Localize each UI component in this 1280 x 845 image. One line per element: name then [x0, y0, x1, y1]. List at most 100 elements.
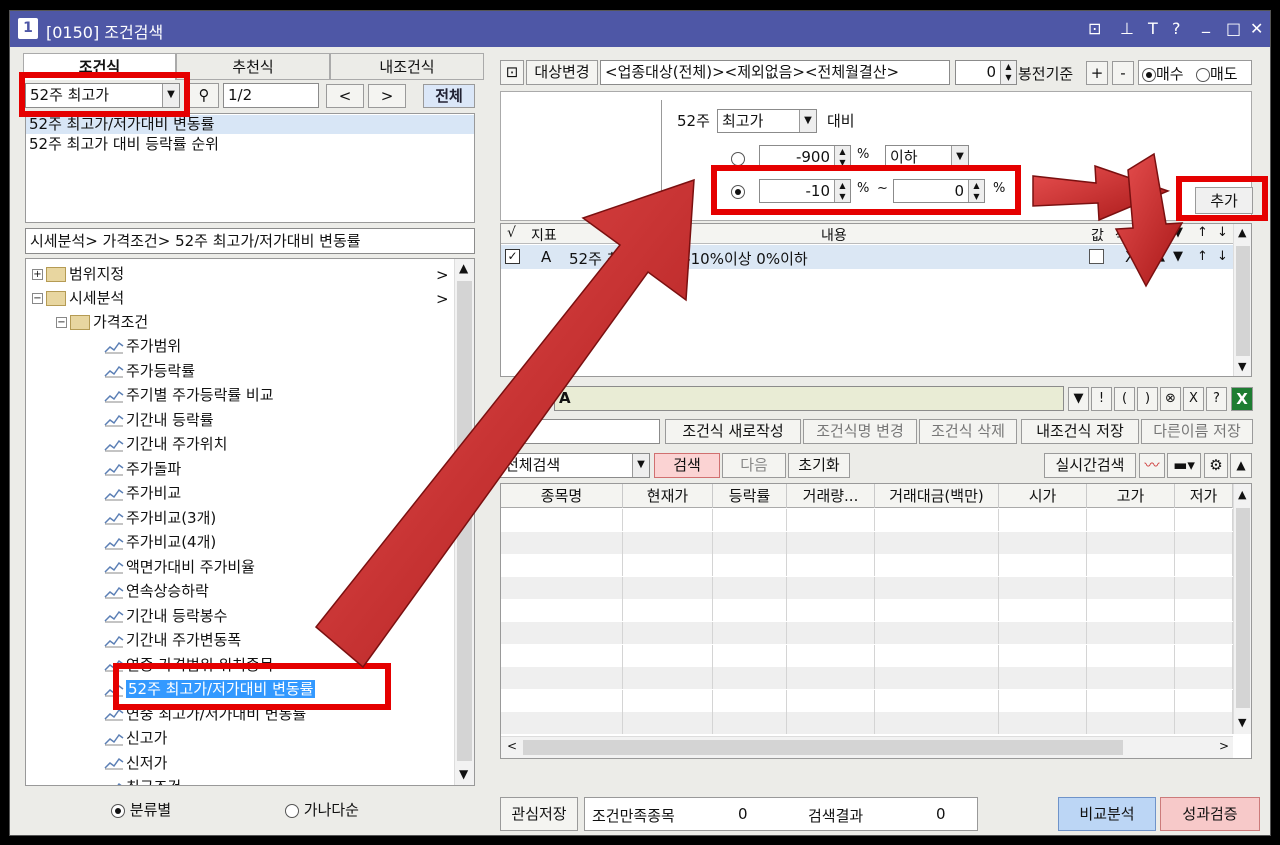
radio-icon[interactable]	[285, 803, 299, 818]
expand-icon[interactable]: +	[32, 269, 43, 280]
compare-analysis-button[interactable]: 비교분석	[1058, 797, 1156, 831]
excel-icon[interactable]: X	[1231, 387, 1253, 411]
scroll-left-icon[interactable]: <	[507, 739, 517, 753]
next-page-button[interactable]: >	[368, 84, 406, 108]
grid-row[interactable]	[501, 599, 1233, 622]
grid-col-header[interactable]: 거래량...	[787, 484, 875, 508]
row-delete-icon[interactable]: X	[1125, 248, 1135, 266]
scroll-right-icon[interactable]: >	[1219, 739, 1229, 753]
formula-op-button[interactable]: (	[1114, 387, 1135, 411]
radio-icon[interactable]	[1196, 67, 1210, 82]
tree-node-range[interactable]: + 범위지정	[32, 262, 124, 286]
formula-op-button[interactable]: )	[1137, 387, 1158, 411]
pin-icon[interactable]: ⊥	[1120, 19, 1134, 38]
collapse-up-icon[interactable]: ▲	[1230, 453, 1252, 478]
row-bottom-icon[interactable]: ↓	[1217, 249, 1228, 264]
tree-leaf-item[interactable]: 최근조건	[104, 775, 181, 785]
formula-op-button[interactable]: ⊗	[1160, 387, 1181, 411]
search-button[interactable]: 검색	[654, 453, 720, 478]
row-up-icon[interactable]: ▲	[1155, 249, 1165, 264]
tree-leaf-item[interactable]: 신저가	[104, 751, 167, 775]
tree-leaf-item[interactable]: 연속상승하락	[104, 579, 209, 603]
tree-leaf-item[interactable]: 기간내 등락봉수	[104, 604, 227, 628]
grid-col-header[interactable]: 고가	[1087, 484, 1175, 508]
minus-button[interactable]: -	[1112, 61, 1134, 85]
change-target-button[interactable]: 대상변경	[526, 60, 598, 85]
grid-col-header[interactable]: 등락률	[713, 484, 787, 508]
tree-leaf-item[interactable]: 주가비교(4개)	[104, 530, 216, 554]
formula-op-button[interactable]: ▼	[1068, 387, 1089, 411]
radio-selected-icon[interactable]	[1142, 67, 1156, 82]
scroll-thumb[interactable]	[1236, 246, 1250, 356]
tree-leaf-item[interactable]: 기간내 주가변동폭	[104, 628, 241, 652]
restore-icon[interactable]: ⊡	[1088, 19, 1101, 38]
grid-row[interactable]	[501, 576, 1233, 599]
scroll-up-icon[interactable]: ▲	[1238, 488, 1246, 501]
grid-col-header[interactable]: 시가	[999, 484, 1087, 508]
gear-icon[interactable]: ⚙	[1204, 453, 1228, 478]
tree-leaf-item[interactable]: 신고가	[104, 726, 167, 750]
row-checkbox[interactable]: ✓	[505, 249, 520, 264]
list-item[interactable]: 52주 최고가/저가대비 변동률	[26, 115, 474, 134]
radio-alphabetical[interactable]: 가나다순	[285, 799, 359, 820]
chart-icon[interactable]: 〰	[1139, 453, 1165, 478]
bong-offset-field[interactable]: 0 ▲ ▼	[955, 60, 1017, 85]
tree-leaf-item[interactable]: 기간내 주가위치	[104, 432, 227, 456]
grid-col-header[interactable]: 현재가	[623, 484, 713, 508]
search-scope-select[interactable]: 전체검색 ▼	[500, 453, 650, 478]
grid-row[interactable]	[501, 554, 1233, 577]
prev-page-button[interactable]: <	[326, 84, 364, 108]
close-icon[interactable]: ✕	[1250, 19, 1263, 38]
formula-op-button[interactable]: X	[1183, 387, 1204, 411]
help-icon[interactable]: ?	[1172, 19, 1181, 38]
chevron-down-icon[interactable]: ▼	[632, 454, 649, 477]
condition-name-field[interactable]	[500, 419, 660, 444]
tree-leaf-item[interactable]: 주가등락률	[104, 359, 195, 383]
row-value-checkbox[interactable]	[1089, 249, 1104, 264]
grid-row[interactable]	[501, 644, 1233, 667]
tree-leaf-item[interactable]: 주가범위	[104, 334, 181, 358]
radio-by-category[interactable]: 분류별	[111, 799, 171, 820]
scroll-up-icon[interactable]: ▲	[459, 261, 468, 275]
radio-selected-icon[interactable]	[111, 803, 125, 818]
scroll-down-icon[interactable]: ▼	[1238, 716, 1246, 729]
target-icon[interactable]: ⊡	[500, 60, 524, 85]
row-down-icon[interactable]: ▼	[1173, 249, 1183, 264]
reset-button[interactable]: 초기화	[788, 453, 850, 478]
grid-row[interactable]	[501, 689, 1233, 712]
radio-icon[interactable]	[731, 151, 745, 166]
menu-icon[interactable]: ▬▾	[1167, 453, 1201, 478]
save-as-button[interactable]: 다른이름 저장	[1141, 419, 1253, 444]
text-icon[interactable]: T	[1148, 19, 1158, 38]
scroll-down-icon[interactable]: ▼	[459, 767, 468, 781]
save-my-condition-button[interactable]: 내조건식 저장	[1021, 419, 1139, 444]
radio-buy[interactable]: 매수	[1142, 63, 1184, 84]
collapse-icon[interactable]: −	[56, 317, 67, 328]
chevron-down-icon[interactable]: ▼	[799, 110, 816, 132]
scroll-thumb[interactable]	[457, 281, 472, 761]
grid-hscroll[interactable]: < >	[501, 736, 1233, 758]
table-scrollbar[interactable]: ▲ ▼	[1233, 224, 1251, 376]
scroll-down-icon[interactable]: ▼	[1238, 360, 1246, 373]
radio-sell[interactable]: 매도	[1196, 63, 1238, 84]
formula-op-button[interactable]: ?	[1206, 387, 1227, 411]
tab-my-conditions[interactable]: 내조건식	[330, 53, 484, 80]
new-condition-button[interactable]: 조건식 새로작성	[665, 419, 801, 444]
watchlist-save-button[interactable]: 관심저장	[500, 797, 578, 831]
formula-input[interactable]: A	[554, 386, 1064, 411]
search-icon[interactable]: ⚲	[189, 83, 219, 108]
list-item[interactable]: 52주 최고가 대비 등락률 순위	[29, 135, 219, 154]
tree-scrollbar[interactable]: ▲ ▼	[454, 259, 474, 785]
minimize-icon[interactable]: _	[1202, 14, 1210, 33]
grid-row[interactable]	[501, 712, 1233, 735]
grid-vscroll[interactable]: ▲ ▼	[1233, 484, 1251, 734]
formula-op-button[interactable]: !	[1091, 387, 1112, 411]
next-button[interactable]: 다음	[722, 453, 786, 478]
tree-leaf-item[interactable]: 주가비교(3개)	[104, 506, 216, 530]
collapse-icon[interactable]: −	[32, 293, 43, 304]
tree-leaf-item[interactable]: 주기별 주가등락률 비교	[104, 383, 274, 407]
row-top-icon[interactable]: ↑	[1197, 249, 1208, 264]
tree-leaf-item[interactable]: 기간내 등락률	[104, 408, 214, 432]
grid-col-header[interactable]: 종목명	[501, 484, 623, 508]
scroll-thumb[interactable]	[523, 740, 1123, 755]
